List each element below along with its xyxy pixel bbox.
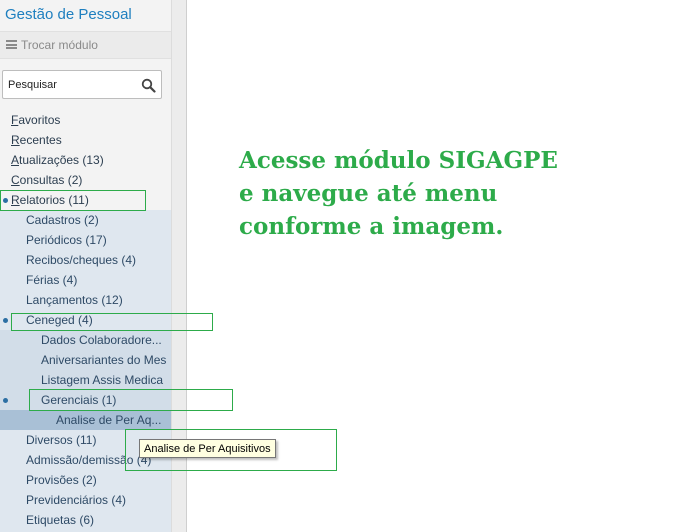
menu-item-listagem-assis-medica[interactable]: Listagem Assis Medica xyxy=(41,370,163,390)
instruction-line: conforme a imagem. xyxy=(239,213,504,240)
search-icon[interactable] xyxy=(141,78,156,93)
highlight-box-gerenciais xyxy=(29,389,233,411)
highlight-box-ceneged xyxy=(11,313,213,331)
expanded-bullet-icon xyxy=(3,398,8,403)
instruction-text: Acesse módulo SIGAGPE e navegue até menu… xyxy=(239,144,599,243)
instruction-line: Acesse módulo SIGAGPE xyxy=(239,147,558,174)
menu-item-consultas[interactable]: Consultas (2) xyxy=(11,170,82,190)
menu-item-provisoes[interactable]: Provisões (2) xyxy=(26,470,97,490)
menu-item-ferias[interactable]: Férias (4) xyxy=(26,270,77,290)
menu-item-analise-per-aquisitivos[interactable]: Analise de Per Aq... xyxy=(56,410,161,430)
instruction-line: e navegue até menu xyxy=(239,180,498,207)
menu-item-lancamentos[interactable]: Lançamentos (12) xyxy=(26,290,123,310)
menu-item-dados-colaboradores[interactable]: Dados Colaboradore... xyxy=(41,330,162,350)
module-title: Gestão de Pessoal xyxy=(5,6,132,23)
search-box xyxy=(2,70,162,99)
switch-module-button[interactable]: Trocar módulo xyxy=(0,31,171,59)
menu-item-atualizacoes[interactable]: Atualizações (13) xyxy=(11,150,104,170)
expanded-bullet-icon xyxy=(3,318,8,323)
menu-item-aniversariantes[interactable]: Aniversariantes do Mes xyxy=(41,350,166,370)
menu-item-recibos-cheques[interactable]: Recibos/cheques (4) xyxy=(26,250,136,270)
highlight-box-relatorios xyxy=(0,190,146,211)
menu-item-previdenciarios[interactable]: Previdenciários (4) xyxy=(26,490,126,510)
search-input[interactable] xyxy=(8,76,130,93)
menu-item-diversos[interactable]: Diversos (11) xyxy=(26,430,96,450)
tooltip: Analise de Per Aquisitivos xyxy=(139,439,276,458)
hamburger-icon xyxy=(6,40,17,49)
menu-item-cadastros[interactable]: Cadastros (2) xyxy=(26,210,99,230)
switch-module-label: Trocar módulo xyxy=(21,38,98,52)
menu-item-recentes[interactable]: Recentes xyxy=(11,130,62,150)
menu-item-favoritos[interactable]: Favoritos xyxy=(11,110,60,130)
menu-item-etiquetas[interactable]: Etiquetas (6) xyxy=(26,510,94,530)
menu-item-periodicos[interactable]: Periódicos (17) xyxy=(26,230,107,250)
